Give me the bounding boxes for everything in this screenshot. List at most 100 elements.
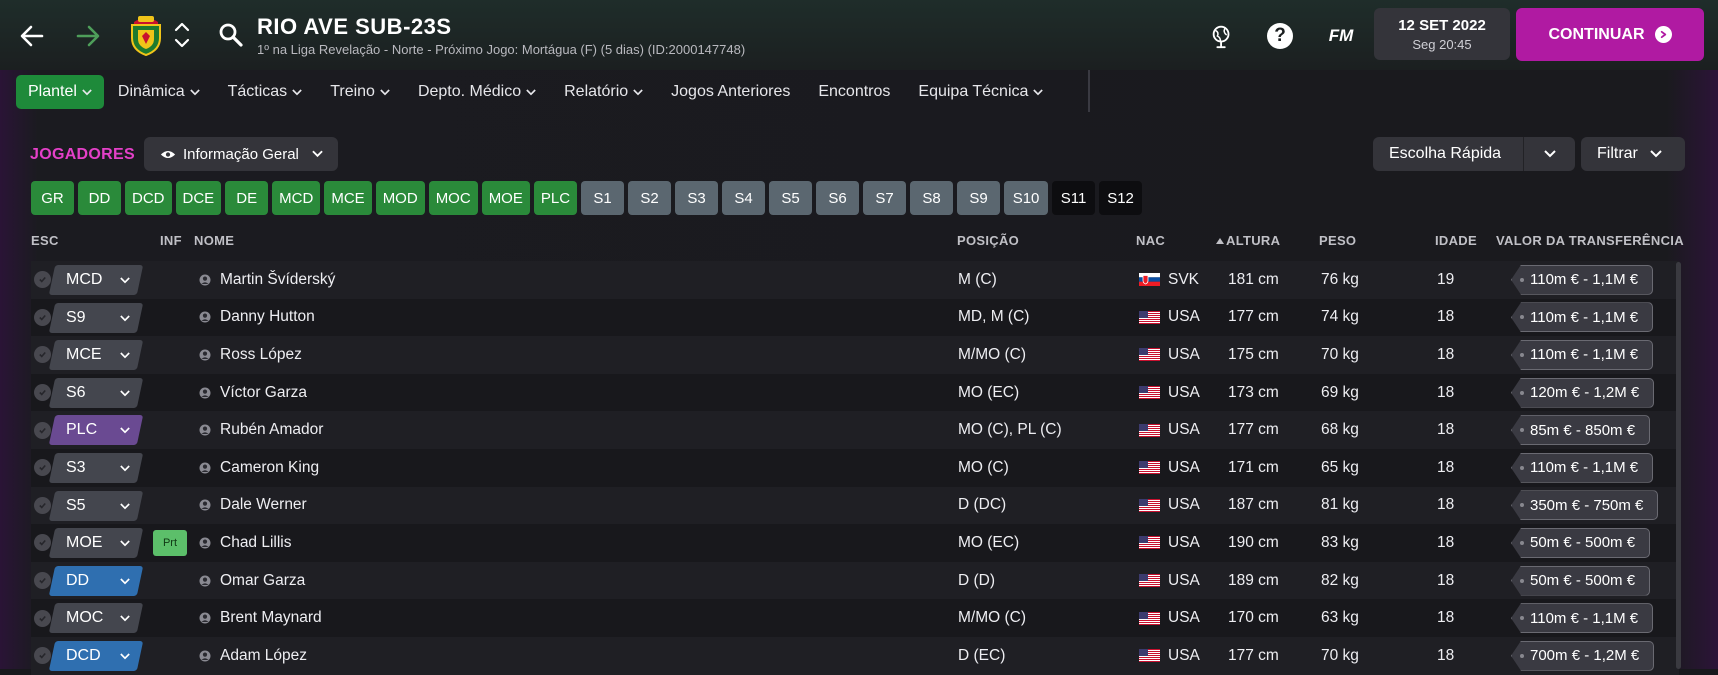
menu-item-din-mica[interactable]: Dinâmica: [104, 75, 214, 109]
filter-chip-moe[interactable]: MOE: [481, 181, 530, 215]
selection-position-dropdown[interactable]: DD: [48, 565, 144, 596]
player-name-cell[interactable]: Brent Maynard: [199, 599, 322, 637]
menu-item-jogos-anteriores[interactable]: Jogos Anteriores: [657, 75, 804, 109]
filter-chip-mod[interactable]: MOD: [375, 181, 425, 215]
transfer-value-tag[interactable]: 110m € - 1,1M €: [1511, 452, 1654, 483]
filter-chip-s1[interactable]: S1: [581, 181, 625, 215]
col-header-age[interactable]: IDADE: [1435, 233, 1477, 248]
back-button[interactable]: [14, 18, 50, 54]
forward-button[interactable]: [70, 18, 106, 54]
col-header-esc[interactable]: ESC: [31, 233, 59, 248]
transfer-value-tag[interactable]: 85m € - 850m €: [1511, 415, 1651, 446]
quick-pick-label[interactable]: Escolha Rápida: [1373, 137, 1524, 171]
selection-position-dropdown[interactable]: PLC: [48, 415, 144, 446]
nationality-cell[interactable]: USA: [1139, 487, 1200, 525]
selection-position-dropdown[interactable]: MCD: [48, 265, 144, 295]
table-row[interactable]: S6 Víctor Garza MO (EC) USA 173 cm 69 kg 18 120…: [31, 373, 1679, 412]
nationality-cell[interactable]: USA: [1139, 524, 1200, 562]
filter-chip-s11[interactable]: S11: [1052, 181, 1096, 215]
filter-chip-moc[interactable]: MOC: [428, 181, 478, 215]
filter-chip-s3[interactable]: S3: [675, 181, 719, 215]
table-row[interactable]: S5 Dale Werner D (DC) USA 187 cm 81 kg 18 350m …: [31, 486, 1679, 525]
filter-chip-dcd[interactable]: DCD: [125, 181, 172, 215]
filter-chip-s8[interactable]: S8: [910, 181, 954, 215]
selection-position-dropdown[interactable]: S3: [48, 452, 144, 483]
continue-button[interactable]: CONTINUAR: [1516, 8, 1704, 61]
nationality-cell[interactable]: USA: [1139, 336, 1200, 374]
info-badge[interactable]: Prt: [153, 529, 187, 556]
player-name-cell[interactable]: Chad Lillis: [199, 524, 292, 562]
menu-item-relat-rio[interactable]: Relatório: [550, 75, 657, 109]
player-name-cell[interactable]: Martin Švíderský: [199, 261, 335, 299]
filter-chip-s2[interactable]: S2: [628, 181, 672, 215]
selection-position-dropdown[interactable]: DCD: [48, 640, 144, 671]
menu-item-t-cticas[interactable]: Tácticas: [214, 75, 317, 109]
selection-position-dropdown[interactable]: S9: [48, 302, 144, 333]
nationality-cell[interactable]: USA: [1139, 374, 1200, 412]
menu-item-treino[interactable]: Treino: [316, 75, 404, 109]
filter-chip-s10[interactable]: S10: [1004, 181, 1049, 215]
filter-button[interactable]: Filtrar: [1581, 137, 1685, 171]
transfer-value-tag[interactable]: 110m € - 1,1M €: [1511, 264, 1654, 295]
transfer-value-tag[interactable]: 50m € - 500m €: [1511, 527, 1651, 558]
selection-position-dropdown[interactable]: MCE: [48, 340, 144, 371]
transfer-value-tag[interactable]: 110m € - 1,1M €: [1511, 339, 1654, 370]
menu-item-plantel[interactable]: Plantel: [16, 75, 104, 109]
filter-chip-s4[interactable]: S4: [722, 181, 766, 215]
selection-position-dropdown[interactable]: S6: [48, 377, 144, 408]
table-row[interactable]: S9 Danny Hutton MD, M (C) USA 177 cm 74 kg 18 1…: [31, 298, 1679, 337]
player-name-cell[interactable]: Danny Hutton: [199, 299, 315, 337]
col-header-value[interactable]: VALOR DA TRANSFERÊNCIA: [1496, 233, 1684, 248]
table-scrollbar[interactable]: [1676, 262, 1681, 669]
transfer-value-tag[interactable]: 110m € - 1,1M €: [1511, 603, 1654, 634]
player-name-cell[interactable]: Víctor Garza: [199, 374, 307, 412]
transfer-value-tag[interactable]: 350m € - 750m €: [1511, 490, 1659, 521]
filter-chip-dce[interactable]: DCE: [175, 181, 222, 215]
quick-pick-dropdown[interactable]: [1524, 137, 1575, 171]
nationality-cell[interactable]: USA: [1139, 411, 1200, 449]
selection-position-dropdown[interactable]: MOE: [48, 528, 144, 559]
col-header-position[interactable]: POSIÇÃO: [957, 233, 1019, 248]
filter-chip-dd[interactable]: DD: [78, 181, 121, 215]
filter-chip-mcd[interactable]: MCD: [272, 181, 321, 215]
filter-chip-s7[interactable]: S7: [863, 181, 907, 215]
filter-chip-s9[interactable]: S9: [957, 181, 1001, 215]
filter-chip-mce[interactable]: MCE: [324, 181, 372, 215]
selection-position-dropdown[interactable]: MOC: [48, 603, 144, 634]
player-name-cell[interactable]: Omar Garza: [199, 562, 305, 600]
date-display[interactable]: 12 SET 2022 Seg 20:45: [1374, 8, 1510, 60]
player-name-cell[interactable]: Dale Werner: [199, 487, 307, 525]
col-header-inf[interactable]: INF: [160, 233, 182, 248]
table-row[interactable]: MOE Prt Chad Lillis MO (EC) USA 190 cm 83 kg 18…: [31, 524, 1679, 562]
filter-chip-s5[interactable]: S5: [769, 181, 813, 215]
col-header-name[interactable]: NOME: [194, 233, 234, 248]
quick-pick-selector[interactable]: Escolha Rápida: [1373, 137, 1575, 171]
table-row[interactable]: MCD Martin Švíderský M (C) SVK 181 cm 76 kg 19…: [31, 261, 1679, 299]
transfer-value-tag[interactable]: 120m € - 1,2M €: [1511, 377, 1655, 408]
player-name-cell[interactable]: Ross López: [199, 336, 302, 374]
transfer-value-tag[interactable]: 700m € - 1,2M €: [1511, 640, 1655, 671]
club-switch-icon[interactable]: [172, 18, 192, 52]
nationality-cell[interactable]: USA: [1139, 449, 1200, 487]
transfer-value-tag[interactable]: 50m € - 500m €: [1511, 565, 1651, 596]
menu-item-equipa-t-cnica[interactable]: Equipa Técnica: [904, 75, 1057, 109]
filter-chip-s6[interactable]: S6: [816, 181, 860, 215]
nationality-cell[interactable]: USA: [1139, 562, 1200, 600]
player-name-cell[interactable]: Cameron King: [199, 449, 319, 487]
filter-chip-de[interactable]: DE: [225, 181, 269, 215]
menu-item-depto-m-dico[interactable]: Depto. Médico: [404, 75, 550, 109]
table-row[interactable]: S3 Cameron King MO (C) USA 171 cm 65 kg 18 110m…: [31, 448, 1679, 487]
club-name[interactable]: RIO AVE SUB-23S: [257, 14, 452, 40]
globe-button[interactable]: [1208, 22, 1236, 50]
nationality-cell[interactable]: USA: [1139, 599, 1200, 637]
search-icon[interactable]: [218, 22, 244, 48]
player-name-cell[interactable]: Rubén Amador: [199, 411, 323, 449]
selection-position-dropdown[interactable]: S5: [48, 490, 144, 521]
transfer-value-tag[interactable]: 110m € - 1,1M €: [1511, 302, 1654, 333]
view-selector[interactable]: Informação Geral: [144, 137, 338, 171]
table-row[interactable]: MOC Brent Maynard M/MO (C) USA 170 cm 63 kg 18…: [31, 599, 1679, 637]
nationality-cell[interactable]: USA: [1139, 299, 1200, 337]
fm-button[interactable]: FM: [1324, 22, 1358, 50]
col-header-weight[interactable]: PESO: [1319, 233, 1356, 248]
table-row[interactable]: PLC Rubén Amador MO (C), PL (C) USA 177 cm 68…: [31, 411, 1679, 449]
